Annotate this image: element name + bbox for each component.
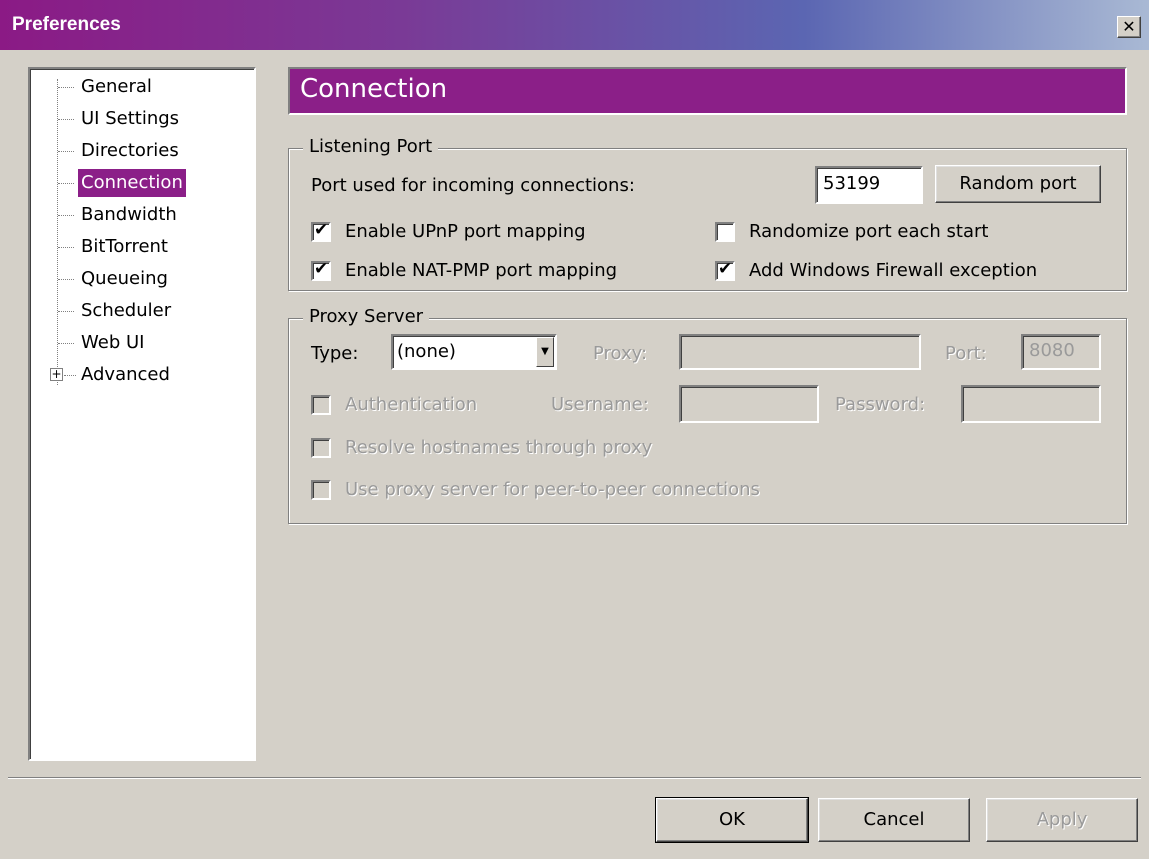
tree-item-label: Advanced	[81, 364, 170, 385]
chevron-down-icon[interactable]: ▼	[536, 337, 554, 367]
preferences-window: Preferences ✕ General UI Settings Direct…	[0, 0, 1149, 859]
tree-item-label: General	[81, 76, 152, 97]
tree-connector	[58, 311, 74, 312]
tree-item-scheduler[interactable]: Scheduler	[30, 297, 250, 325]
tree-item-label: UI Settings	[81, 108, 180, 129]
tree-connector	[58, 247, 74, 248]
tree-connector	[58, 343, 74, 344]
listening-port-group: Listening Port Port used for incoming co…	[288, 136, 1127, 291]
close-button[interactable]: ✕	[1117, 16, 1141, 38]
proxy-type-select[interactable]: (none) ▼	[391, 334, 557, 370]
ok-button[interactable]: OK	[655, 797, 809, 843]
tree-item-web-ui[interactable]: Web UI	[30, 329, 250, 357]
tree-item-label: Connection	[78, 169, 186, 197]
proxy-port-input[interactable]: 8080	[1021, 334, 1101, 370]
resolve-hostnames-label[interactable]: Resolve hostnames through proxy	[345, 437, 652, 458]
authentication-label[interactable]: Authentication	[345, 394, 477, 415]
check-icon: ✔	[314, 259, 329, 279]
section-title: Connection	[300, 74, 448, 104]
check-icon: ✔	[718, 259, 733, 279]
tree-connector	[58, 87, 74, 88]
tree-item-directories[interactable]: Directories	[30, 137, 250, 165]
nat-pmp-label[interactable]: Enable NAT-PMP port mapping	[345, 260, 617, 281]
proxy-host-label: Proxy:	[593, 343, 648, 364]
tree-item-advanced[interactable]: Advanced	[30, 361, 250, 389]
tree-connector	[64, 375, 76, 376]
close-icon: ✕	[1122, 17, 1136, 36]
firewall-checkbox[interactable]: ✔	[715, 259, 735, 281]
tree-item-label: Scheduler	[81, 300, 172, 321]
tree-connector	[58, 183, 74, 184]
tree-connector	[58, 215, 74, 216]
tree-item-ui-settings[interactable]: UI Settings	[30, 105, 250, 133]
title-bar[interactable]: Preferences ✕	[0, 0, 1149, 50]
tree-item-bittorrent[interactable]: BitTorrent	[30, 233, 250, 261]
tree-connector	[58, 151, 74, 152]
randomize-port-checkbox[interactable]	[715, 222, 735, 242]
randomize-port-label[interactable]: Randomize port each start	[749, 221, 988, 242]
proxy-type-label: Type:	[311, 343, 359, 364]
tree-item-label: Directories	[81, 140, 179, 161]
tree-item-label: BitTorrent	[81, 236, 168, 257]
username-label: Username:	[551, 394, 649, 415]
tree-item-connection[interactable]: Connection	[30, 169, 250, 197]
cancel-button[interactable]: Cancel	[818, 798, 970, 842]
authentication-checkbox[interactable]	[311, 395, 331, 415]
resolve-hostnames-checkbox[interactable]	[311, 438, 331, 458]
password-input[interactable]	[961, 385, 1101, 423]
proxy-server-legend: Proxy Server	[303, 306, 430, 327]
password-label: Password:	[835, 394, 926, 415]
tree-connector	[58, 119, 74, 120]
tree-item-queueing[interactable]: Queueing	[30, 265, 250, 293]
tree-connector	[58, 279, 74, 280]
port-label: Port used for incoming connections:	[311, 175, 635, 196]
proxy-host-input[interactable]	[679, 334, 921, 370]
upnp-label[interactable]: Enable UPnP port mapping	[345, 221, 586, 242]
random-port-button[interactable]: Random port	[935, 165, 1101, 203]
tree-item-label: Web UI	[81, 332, 145, 353]
expand-icon[interactable]: +	[50, 368, 63, 381]
window-title: Preferences	[12, 14, 121, 35]
proxy-p2p-label[interactable]: Use proxy server for peer-to-peer connec…	[345, 479, 760, 500]
upnp-checkbox[interactable]: ✔	[311, 220, 331, 242]
tree-item-bandwidth[interactable]: Bandwidth	[30, 201, 250, 229]
proxy-port-label: Port:	[945, 343, 987, 364]
listening-port-legend: Listening Port	[303, 136, 439, 157]
port-input[interactable]: 53199	[815, 166, 923, 204]
apply-button[interactable]: Apply	[986, 798, 1138, 842]
footer-separator-highlight	[8, 778, 1141, 779]
category-tree[interactable]: General UI Settings Directories Connecti…	[28, 67, 256, 761]
username-input[interactable]	[679, 385, 819, 423]
firewall-label[interactable]: Add Windows Firewall exception	[749, 260, 1037, 281]
section-header: Connection	[288, 67, 1127, 115]
check-icon: ✔	[314, 220, 329, 240]
nat-pmp-checkbox[interactable]: ✔	[311, 259, 331, 281]
tree-item-general[interactable]: General	[30, 73, 250, 101]
tree-item-label: Queueing	[81, 268, 168, 289]
proxy-server-group: Proxy Server Type: (none) ▼ Proxy: Port:…	[288, 306, 1127, 524]
tree-item-label: Bandwidth	[81, 204, 177, 225]
proxy-p2p-checkbox[interactable]	[311, 480, 331, 500]
